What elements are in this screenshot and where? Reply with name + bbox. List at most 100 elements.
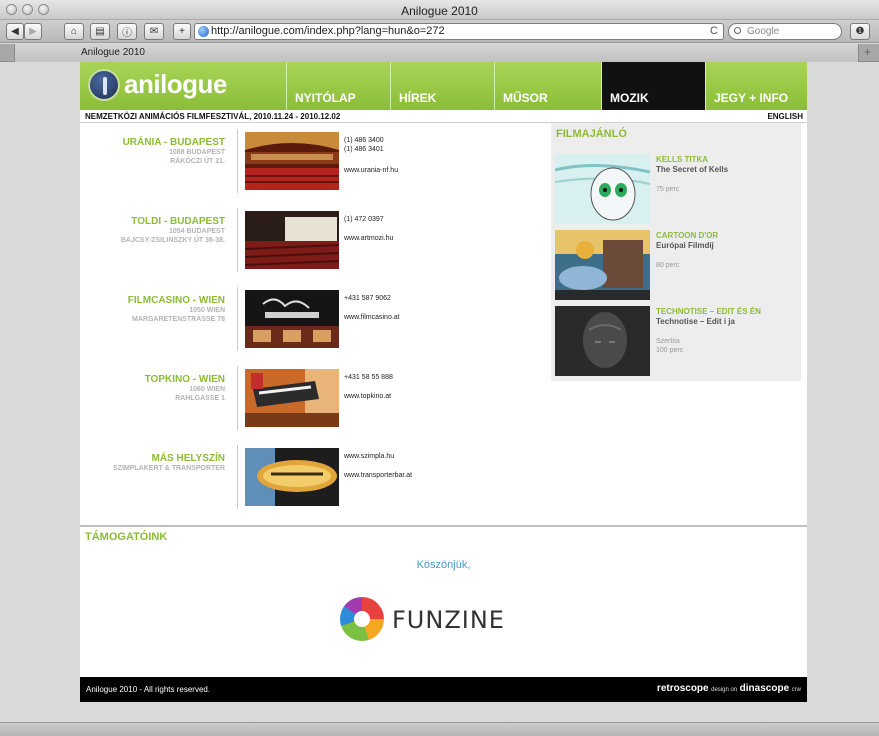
venue-phone: +431 587 9062 (344, 295, 391, 302)
venue-address-city: 1050 WIEN (189, 307, 225, 314)
film-item[interactable]: KELLS TITKA The Secret of Kells 75 perc (555, 154, 801, 224)
venue-name[interactable]: URÁNIA - BUDAPEST (123, 137, 225, 148)
address-bar[interactable]: http://anilogue.com/index.php?lang=hun&o… (194, 23, 724, 40)
site-footer: Anilogue 2010 - All rights reserved. ret… (80, 677, 807, 702)
venue-address-city: 1054 BUDAPEST (168, 228, 225, 235)
venue-separator (237, 208, 238, 272)
reload-icon[interactable]: C (710, 24, 718, 39)
venue-photo[interactable] (245, 369, 339, 427)
venue-photo[interactable] (245, 211, 339, 269)
venue-address-city: SZIMPLAKERT & TRANSPORTER (113, 465, 225, 472)
print-button[interactable]: ▤ (90, 23, 110, 40)
film-poster[interactable] (555, 230, 650, 300)
venue-photo[interactable] (245, 448, 339, 506)
extension-button[interactable]: ❶ (850, 23, 870, 40)
film-poster[interactable] (555, 154, 650, 224)
new-tab-button[interactable]: + (864, 45, 871, 59)
venue-phone: (1) 472 0397 (344, 216, 384, 223)
venue-phone: (1) 486 3401 (344, 146, 384, 153)
site-navigation: anilogue NYITÓLAP HÍREK MŰSOR MOZIK JEGY… (80, 62, 807, 110)
window-titlebar: Anilogue 2010 (0, 0, 879, 20)
film-original-title: Technotise – Edit i ja (656, 317, 735, 326)
venue-separator (237, 445, 238, 509)
funzine-sponsor-logo[interactable]: FUNZINE (340, 597, 530, 641)
venue-toldi: TOLDI - BUDAPEST 1054 BUDAPEST BAJCSY-ZS… (80, 208, 520, 272)
venue-address-street: RAHLGASSE 1 (175, 395, 225, 402)
forward-button[interactable]: ▶ (24, 23, 42, 40)
venue-website-link[interactable]: www.transporterbar.at (344, 472, 412, 479)
venue-name[interactable]: TOPKINO - WIEN (145, 374, 225, 385)
film-poster[interactable] (555, 306, 650, 376)
venue-website-link[interactable]: www.topkino.at (344, 393, 391, 400)
mail-button[interactable]: ✉ (144, 23, 164, 40)
credits-suffix: crw (791, 687, 801, 693)
venue-address-city: 1060 WIEN (189, 386, 225, 393)
venue-name[interactable]: FILMCASINO - WIEN (128, 295, 225, 306)
venue-address-street: BAJCSY-ZSILINSZKY ÚT 36-38. (120, 237, 225, 244)
add-bookmark-button[interactable]: + (173, 23, 191, 40)
venue-photo[interactable] (245, 132, 339, 190)
venue-separator (237, 287, 238, 351)
venue-phone: +431 58 55 888 (344, 374, 393, 381)
nav-hirek[interactable]: HÍREK (390, 62, 494, 110)
venue-phone: (1) 486 3400 (344, 137, 384, 144)
film-title[interactable]: TECHNOTISE – EDIT ÉS ÉN (656, 307, 761, 316)
thanks-text: Köszönjük, (416, 559, 471, 571)
film-title[interactable]: CARTOON D'OR (656, 231, 718, 240)
nav-nyitolap[interactable]: NYITÓLAP (286, 62, 390, 110)
search-placeholder: Google (747, 26, 780, 37)
film-country: Szerbia (656, 338, 680, 345)
film-original-title: The Secret of Kells (656, 165, 729, 174)
film-recommendations: FILMAJÁNLÓ KELLS TITKA The Secret of Kel… (551, 123, 801, 381)
recommendations-title: FILMAJÁNLÓ (556, 128, 627, 140)
site-logo[interactable]: anilogue (88, 69, 288, 103)
venue-name[interactable]: MÁS HELYSZÍN (151, 453, 225, 464)
tab-anilogue[interactable]: Anilogue 2010 (14, 44, 859, 62)
search-icon (734, 27, 741, 34)
browser-statusbar (0, 722, 879, 736)
home-button[interactable]: ⌂ (64, 23, 84, 40)
logo-text: anilogue (124, 69, 227, 99)
film-item[interactable]: TECHNOTISE – EDIT ÉS ÉN Technotise – Edi… (555, 306, 801, 376)
nav-jegy-info[interactable]: JEGY + INFO (705, 62, 807, 110)
venue-photo[interactable] (245, 290, 339, 348)
film-original-title: Európai Filmdíj (656, 241, 714, 250)
window-title: Anilogue 2010 (401, 4, 478, 18)
nav-musor[interactable]: MŰSOR (494, 62, 601, 110)
film-title[interactable]: KELLS TITKA (656, 155, 708, 164)
venue-address-street: MARGARETENSTRASSE 78 (132, 316, 225, 323)
tab-bar: Anilogue 2010 + (0, 44, 879, 62)
venue-filmcasino: FILMCASINO - WIEN 1050 WIEN MARGARETENST… (80, 287, 520, 351)
info-button[interactable]: ⓘ (117, 23, 137, 40)
venue-name[interactable]: TOLDI - BUDAPEST (131, 216, 225, 227)
logo-emblem-icon (88, 69, 120, 101)
film-item[interactable]: CARTOON D'OR Európai Filmdíj 80 perc (555, 230, 801, 300)
globe-icon (198, 26, 209, 37)
film-duration: 80 perc (656, 262, 680, 269)
venue-address-city: 1088 BUDAPEST (168, 149, 225, 156)
divider (80, 525, 807, 527)
funzine-logo-text: FUNZINE (392, 606, 505, 634)
retroscope-link[interactable]: retroscope (657, 683, 709, 694)
copyright-text: Anilogue 2010 - All rights reserved. (86, 685, 211, 694)
english-link[interactable]: ENGLISH (767, 112, 803, 121)
nav-mozik[interactable]: MOZIK (601, 62, 705, 110)
browser-toolbar: ◀ ▶ ⌂ ▤ ⓘ ✉ + http://anilogue.com/index.… (0, 20, 879, 43)
back-button[interactable]: ◀ (6, 23, 24, 40)
venue-website-link[interactable]: www.filmcasino.at (344, 314, 400, 321)
film-duration: 100 perc (656, 347, 684, 354)
venue-separator (237, 129, 238, 193)
venue-website-link[interactable]: www.artmozi.hu (344, 235, 393, 242)
funzine-logo-icon (340, 597, 384, 641)
tab-title: Anilogue 2010 (81, 47, 145, 58)
venue-website-link[interactable]: www.szimpla.hu (344, 453, 394, 460)
venue-urania: URÁNIA - BUDAPEST 1088 BUDAPEST RÁKÓCZI … (80, 129, 520, 193)
festival-subtitle: NEMZETKÖZI ANIMÁCIÓS FILMFESZTIVÁL, 2010… (85, 112, 341, 121)
film-duration: 75 perc (656, 186, 680, 193)
url-text: http://anilogue.com/index.php?lang=hun&o… (211, 25, 445, 37)
search-input[interactable]: Google (728, 23, 842, 40)
dinascope-link[interactable]: dinascope (740, 683, 789, 694)
web-page: anilogue NYITÓLAP HÍREK MŰSOR MOZIK JEGY… (80, 62, 807, 702)
venue-website-link[interactable]: www.urania-nf.hu (344, 167, 398, 174)
venue-mas-helyszin: MÁS HELYSZÍN SZIMPLAKERT & TRANSPORTER w… (80, 445, 520, 509)
